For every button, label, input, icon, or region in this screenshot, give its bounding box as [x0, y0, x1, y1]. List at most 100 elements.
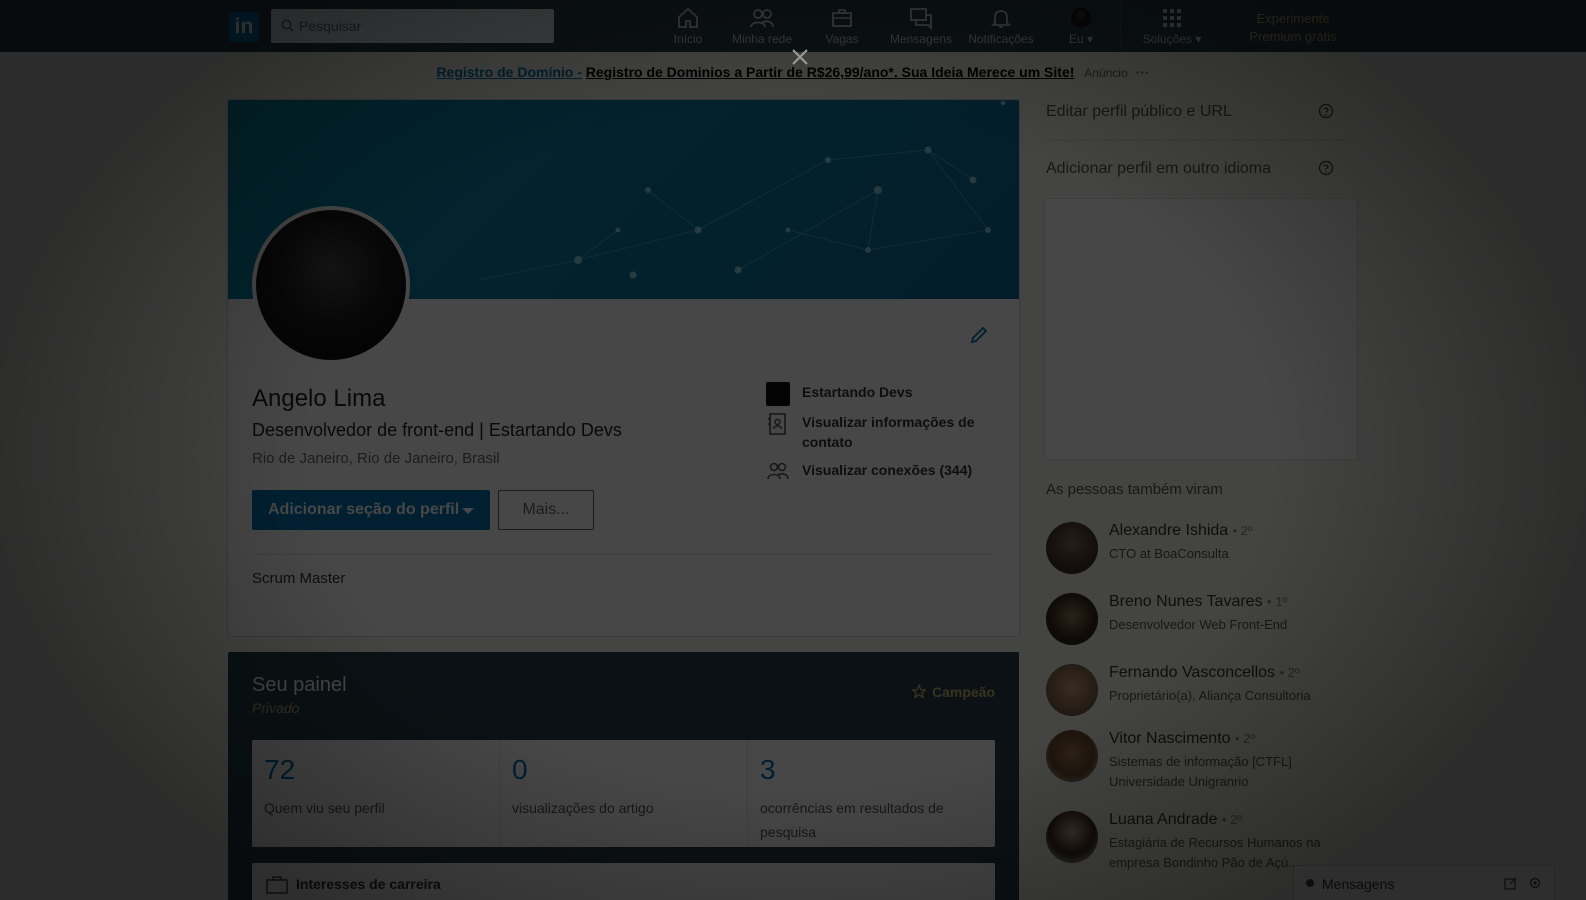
more-button[interactable]: Mais...	[498, 490, 594, 530]
person-title: Desenvolvedor Web Front-End	[1109, 617, 1288, 632]
profile-name: Angelo Lima	[252, 385, 386, 412]
nav-item-jobs[interactable]: Vagas	[822, 6, 862, 50]
person-avatar[interactable]	[1046, 730, 1098, 782]
person-avatar[interactable]	[1046, 522, 1098, 574]
stat-label: Quem viu seu perfil	[264, 800, 385, 816]
person-title: Proprietário(a), Aliança Consultoria	[1109, 688, 1311, 703]
nav-label-solutions: Soluções ▾	[1142, 32, 1202, 46]
nav-label: Mensagens	[890, 32, 953, 46]
nav-item-home[interactable]: Início	[668, 6, 708, 50]
bell-icon	[966, 6, 1036, 32]
person-name: Alexandre Ishida	[1109, 522, 1229, 539]
premium-line2: Premium grátis	[1249, 29, 1337, 44]
person-avatar[interactable]	[1046, 811, 1098, 863]
search-icon	[281, 19, 294, 37]
profile-card: Angelo Lima Desenvolvedor de front-end |…	[228, 100, 1019, 636]
nav-label: Notificações	[968, 32, 1034, 46]
career-interests[interactable]: Interesses de carreira	[252, 863, 995, 900]
all-star-badge[interactable]: Campeão	[910, 683, 995, 703]
person-degree: • 2º	[1234, 731, 1256, 746]
settings-gear-icon[interactable]	[1528, 876, 1542, 895]
search-input[interactable]	[299, 9, 549, 43]
company-name: Estartando Devs	[802, 384, 913, 400]
edit-public-profile-link[interactable]: Editar perfil público e URL	[1046, 103, 1232, 121]
help-icon[interactable]	[1318, 103, 1334, 124]
linkedin-logo[interactable]: in	[229, 12, 259, 42]
person-name: Breno Nunes Tavares	[1109, 593, 1263, 610]
star-icon	[910, 683, 928, 703]
badge-label: Campeão	[931, 684, 995, 700]
person-name: Luana Andrade	[1109, 811, 1218, 828]
stat-label: visualizações do artigo	[512, 800, 654, 816]
contact-info-label: Visualizar informações de contato	[802, 414, 975, 450]
edit-pencil-icon[interactable]	[969, 325, 989, 350]
home-icon	[668, 6, 708, 32]
nav-label: Início	[673, 32, 703, 46]
add-profile-section-button[interactable]: Adicionar seção do perfil	[252, 490, 490, 530]
add-language-profile-link[interactable]: Adicionar perfil em outro idioma	[1046, 160, 1271, 178]
ad-more-button[interactable]: ···	[1136, 64, 1150, 80]
person-degree: • 2º	[1232, 523, 1253, 538]
nav-divider	[1120, 0, 1121, 52]
career-interests-label: Interesses de carreira	[296, 876, 441, 892]
messaging-tab[interactable]: Mensagens	[1294, 866, 1554, 900]
compose-icon[interactable]	[1504, 876, 1518, 895]
profile-headline: Desenvolvedor de front-end | Estartando …	[252, 420, 622, 440]
person-degree: • 2º	[1279, 665, 1300, 680]
stat-value: 3	[760, 754, 776, 785]
stat-value: 72	[264, 754, 296, 785]
dashboard-stats: 72 Quem viu seu perfil 0 visualizações d…	[252, 740, 995, 847]
connections-label: Visualizar conexões (344)	[802, 462, 973, 478]
dashboard-privacy: Privado	[252, 700, 300, 716]
stat-search-appearances[interactable]: 3 ocorrências em resultados de pesquisa	[748, 740, 995, 847]
nav-item-me[interactable]: Eu ▾	[1066, 6, 1096, 50]
person-name-row[interactable]: Breno Nunes Tavares • 1º	[1109, 593, 1287, 611]
network-icon	[730, 6, 794, 32]
ad-link[interactable]: Registro de Domínio -	[436, 64, 581, 80]
person-title: Sistemas de informação [CTFL] Universida…	[1109, 754, 1292, 789]
nav-item-solutions[interactable]: Soluções ▾	[1142, 6, 1202, 50]
person-title: CTO at BoaConsulta	[1109, 546, 1229, 561]
person-name-row[interactable]: Fernando Vasconcellos • 2º	[1109, 664, 1300, 682]
stat-profile-views[interactable]: 72 Quem viu seu perfil	[252, 740, 500, 847]
person-avatar[interactable]	[1046, 593, 1098, 645]
avatar	[1066, 6, 1096, 32]
close-icon[interactable]	[788, 45, 812, 74]
nav-item-messages[interactable]: Mensagens	[890, 6, 952, 50]
person-degree: • 2º	[1222, 812, 1243, 827]
dashboard-title: Seu painel	[252, 674, 347, 696]
connections-icon	[766, 460, 790, 487]
grid-icon	[1142, 6, 1202, 32]
company-link[interactable]: Estartando Devs	[766, 382, 1006, 406]
nav-item-notifications[interactable]: Notificações	[966, 6, 1036, 50]
ad-text[interactable]: Registro de Dominios a Partir de R$26,99…	[586, 64, 1075, 80]
profile-side-links: Estartando Devs Visualizar informações d…	[766, 382, 1006, 480]
messages-icon	[890, 6, 952, 32]
nav-label: Vagas	[825, 32, 859, 46]
messaging-label: Mensagens	[1322, 876, 1395, 892]
add-profile-section-label: Adicionar seção do perfil	[268, 501, 460, 518]
contact-card-icon	[766, 412, 788, 441]
stat-article-views[interactable]: 0 visualizações do artigo	[500, 740, 748, 847]
connections-link[interactable]: Visualizar conexões (344)	[766, 460, 1006, 480]
search-box[interactable]	[271, 9, 554, 43]
briefcase-icon	[266, 875, 288, 900]
profile-location: Rio de Janeiro, Rio de Janeiro, Brasil	[252, 450, 500, 467]
rail-ad-placeholder[interactable]	[1044, 198, 1358, 460]
caret-down-icon	[462, 508, 474, 514]
person-name-row[interactable]: Luana Andrade • 2º	[1109, 811, 1242, 829]
premium-line1: Experimente	[1256, 11, 1330, 26]
person-name: Vitor Nascimento	[1109, 730, 1231, 747]
help-icon[interactable]	[1318, 160, 1334, 181]
profile-photo[interactable]	[252, 206, 410, 364]
person-degree: • 1º	[1267, 594, 1288, 609]
nav-label: Minha rede	[731, 32, 793, 46]
contact-info-link[interactable]: Visualizar informações de contato	[766, 412, 1006, 452]
profile-summary[interactable]: Scrum Master	[252, 570, 345, 587]
nav-item-network[interactable]: Minha rede	[730, 6, 794, 50]
premium-trial-link[interactable]: Experimente Premium grátis	[1238, 10, 1348, 46]
person-name-row[interactable]: Alexandre Ishida • 2º	[1109, 522, 1253, 540]
person-avatar[interactable]	[1046, 664, 1098, 716]
company-logo-icon	[766, 382, 790, 406]
person-name-row[interactable]: Vitor Nascimento • 2º	[1109, 730, 1255, 748]
